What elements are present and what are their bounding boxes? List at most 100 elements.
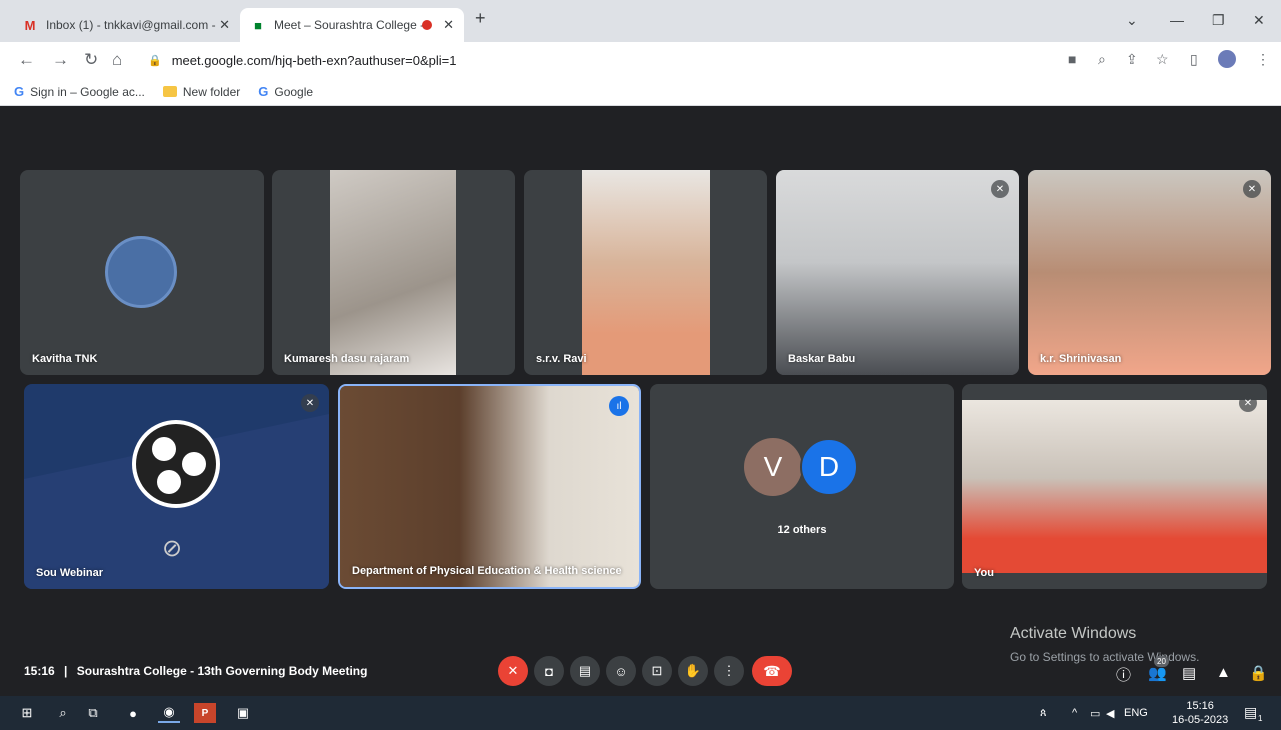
host-controls-icon[interactable]: 🔒 — [1249, 664, 1268, 682]
zoom-icon[interactable]: ⌕ — [1098, 51, 1106, 68]
chrome-icon[interactable]: ◉ — [158, 703, 180, 723]
app-window-icon[interactable]: ▣ — [232, 703, 254, 723]
close-icon[interactable]: ✕ — [443, 17, 454, 33]
side-panel-icon[interactable]: ▯ — [1190, 51, 1198, 68]
separator: | — [64, 664, 68, 678]
address-bar: ← → ↻ ⌂ 🔒 meet.google.com/hjq-beth-exn?a… — [0, 42, 1281, 78]
mic-toggle-button[interactable]: ✕ — [498, 656, 528, 686]
emoji-button[interactable]: ☺ — [606, 656, 636, 686]
people-tray-icon[interactable]: ጰ — [1040, 707, 1047, 720]
mic-off-icon: ✕ — [1243, 180, 1261, 198]
home-button[interactable]: ⌂ — [112, 50, 122, 70]
bookmark-new-folder[interactable]: New folder — [162, 84, 241, 99]
bookmarks-bar: G Sign in – Google ac... New folder G Go… — [0, 78, 1281, 106]
language-indicator[interactable]: ENG — [1124, 707, 1148, 719]
reload-button[interactable]: ↻ — [84, 50, 98, 70]
participant-name: s.r.v. Ravi — [536, 353, 587, 365]
meet-stage: Kavitha TNK Kumaresh dasu rajaram s.r.v.… — [0, 106, 1281, 696]
back-button[interactable]: ← — [18, 50, 35, 70]
meeting-title: Sourashtra College - 13th Governing Body… — [76, 664, 368, 678]
star-icon[interactable]: ☆ — [1156, 51, 1169, 68]
participant-tile[interactable]: ⊘ ✕ Sou Webinar — [24, 384, 329, 589]
tab-gmail[interactable]: M Inbox (1) - tnkkavi@gmail.com - ✕ — [12, 8, 240, 42]
people-button[interactable]: 👥 20 — [1148, 656, 1169, 682]
powerpoint-icon[interactable]: P — [194, 703, 216, 723]
meeting-time: 15:16 — [24, 664, 55, 678]
meet-icon: ■ — [254, 17, 262, 33]
browser-tab-strip: M Inbox (1) - tnkkavi@gmail.com - ✕ ■ Me… — [0, 0, 1281, 42]
menu-icon[interactable]: ⋮ — [1256, 51, 1270, 68]
notification-count: 1 — [1258, 714, 1263, 723]
close-window-button[interactable]: ✕ — [1253, 12, 1265, 29]
info-icon[interactable]: ⓘ — [1116, 664, 1131, 685]
firefox-icon[interactable]: ● — [122, 703, 144, 723]
participant-tile[interactable]: Kavitha TNK — [20, 170, 264, 375]
gmail-icon: M — [24, 17, 36, 33]
url-field[interactable]: 🔒 meet.google.com/hjq-beth-exn?authuser=… — [140, 47, 1180, 73]
participant-video — [1028, 170, 1271, 375]
chat-icon[interactable]: ▤ — [1182, 664, 1196, 682]
participant-tile[interactable]: ✕ k.r. Shrinivasan — [1028, 170, 1271, 375]
people-count-badge: 20 — [1154, 656, 1169, 667]
avatar — [105, 236, 177, 308]
participant-name: Baskar Babu — [788, 353, 856, 365]
camera-off-icon: ⊘ — [162, 535, 183, 562]
windows-taskbar: ⊞ ⌕ ⧉ ● ◉ P ▣ ጰ ^ ▭ ◀ ENG 15:16 16-05-20… — [0, 696, 1281, 730]
mic-off-icon: ✕ — [301, 394, 319, 412]
participant-tile[interactable]: s.r.v. Ravi — [524, 170, 767, 375]
activate-windows-title: Activate Windows — [1010, 625, 1137, 642]
participant-name: Sou Webinar — [36, 567, 104, 579]
network-icon[interactable]: ▭ — [1090, 707, 1100, 720]
close-icon[interactable]: ✕ — [219, 17, 230, 33]
volume-icon[interactable]: ◀ — [1106, 707, 1114, 720]
forward-button[interactable]: → — [52, 50, 69, 70]
participant-video — [330, 170, 456, 375]
captions-button[interactable]: ▤ — [570, 656, 600, 686]
restore-button[interactable]: ❐ — [1212, 12, 1225, 29]
google-icon: G — [258, 84, 269, 99]
meeting-info: 15:16 | Sourashtra College - 13th Govern… — [24, 664, 367, 678]
avatar: V — [744, 438, 802, 496]
bookmark-label: Google — [274, 84, 314, 99]
participant-tile[interactable]: ıl Department of Physical Education & He… — [338, 384, 641, 589]
notification-icon[interactable]: ▤ — [1244, 704, 1257, 721]
share-icon[interactable]: ⇪ — [1126, 51, 1138, 68]
task-view-icon[interactable]: ⧉ — [82, 703, 104, 723]
present-button[interactable]: ⊡ — [642, 656, 672, 686]
others-count: 12 others — [777, 524, 827, 536]
participant-video — [582, 170, 710, 375]
speaking-indicator-icon: ıl — [609, 396, 629, 416]
chevron-up-icon[interactable]: ^ — [1072, 707, 1077, 719]
bookmark-label: New folder — [182, 84, 241, 99]
lock-icon: 🔒 — [148, 54, 162, 67]
camera-icon[interactable]: ■ — [1068, 51, 1076, 67]
raise-hand-button[interactable]: ✋ — [678, 656, 708, 686]
recording-icon — [422, 20, 432, 30]
participant-tile[interactable]: Kumaresh dasu rajaram — [272, 170, 515, 375]
camera-toggle-button[interactable]: ◘ — [534, 656, 564, 686]
more-options-button[interactable]: ⋮ — [714, 656, 744, 686]
activities-icon[interactable]: ▲ — [1216, 664, 1231, 681]
windows-start-icon[interactable]: ⊞ — [16, 703, 38, 723]
mic-off-icon: ✕ — [991, 180, 1009, 198]
clock-date: 16-05-2023 — [1172, 714, 1229, 726]
taskbar-clock[interactable]: 15:16 16-05-2023 — [1172, 699, 1228, 727]
bookmark-google[interactable]: G Google — [258, 84, 313, 99]
participant-name: You — [974, 567, 994, 579]
participant-video — [962, 400, 1267, 573]
participant-tile[interactable]: ✕ You — [962, 384, 1267, 589]
tab-search-icon[interactable]: ⌄ — [1126, 12, 1138, 29]
new-tab-button[interactable]: + — [475, 8, 486, 29]
search-icon[interactable]: ⌕ — [52, 703, 74, 723]
leave-call-button[interactable]: ☎ — [752, 656, 792, 686]
participant-tile[interactable]: ✕ Baskar Babu — [776, 170, 1019, 375]
mic-off-icon: ✕ — [1239, 394, 1257, 412]
bookmark-signin[interactable]: G Sign in – Google ac... — [14, 84, 145, 99]
minimize-button[interactable]: — — [1170, 12, 1184, 28]
url-text: meet.google.com/hjq-beth-exn?authuser=0&… — [171, 52, 457, 68]
others-tile[interactable]: V D 12 others — [650, 384, 954, 589]
google-icon: G — [14, 84, 25, 99]
participant-name: k.r. Shrinivasan — [1040, 353, 1122, 365]
profile-avatar[interactable] — [1218, 50, 1236, 68]
tab-meet[interactable]: ■ Meet – Sourashtra College - ✕ — [240, 8, 464, 42]
